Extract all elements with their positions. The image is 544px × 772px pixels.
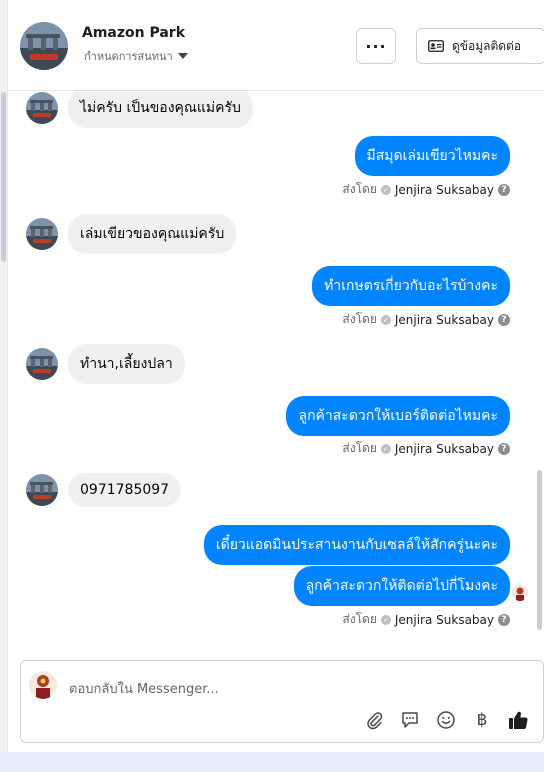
contact-card-icon [428, 40, 444, 52]
check-icon: ✓ [380, 184, 391, 195]
help-icon[interactable]: ? [498, 442, 510, 455]
left-scrollbar-thumb[interactable] [1, 92, 6, 262]
baht-icon[interactable]: ฿ [471, 709, 493, 731]
sent-by-prefix: ส่งโดย [342, 182, 377, 196]
composer-toolbar: ฿ [363, 709, 529, 731]
sent-by-name[interactable]: Jenjira Suksabay [395, 442, 494, 456]
sent-by-name[interactable]: Jenjira Suksabay [395, 613, 494, 627]
help-icon[interactable]: ? [498, 313, 510, 326]
sent-by-prefix: ส่งโดย [342, 612, 377, 626]
sent-by-line: ส่งโดย ✓ Jenjira Suksabay ? [342, 180, 510, 199]
page-title: Amazon Park [82, 25, 186, 41]
left-panel-strip [0, 0, 8, 772]
more-icon: ··· [365, 36, 387, 56]
sent-by-line: ส่งโดย ✓ Jenjira Suksabay ? [342, 310, 510, 329]
message-row: 0971785097 [8, 473, 182, 507]
bottom-strip [0, 752, 544, 772]
check-icon: ✓ [380, 614, 391, 625]
check-icon: ✓ [380, 443, 391, 454]
sender-avatar [26, 474, 58, 506]
sent-by-prefix: ส่งโดย [342, 312, 377, 326]
message-row: ไม่ครับ เป็นของคุณแม่ครับ [8, 92, 253, 128]
sender-avatar [26, 92, 58, 124]
sent-by-line: ส่งโดย ✓ Jenjira Suksabay ? [342, 439, 510, 458]
message-row: เล่มเขียวของคุณแม่ครับ [8, 214, 237, 254]
check-icon: ✓ [380, 314, 391, 325]
outgoing-message[interactable]: ลูกค้าสะดวกให้ติดต่อไปกี่โมงคะ [293, 566, 510, 606]
page-avatar[interactable] [20, 22, 68, 70]
like-icon[interactable] [507, 709, 529, 731]
subtitle-label: กำหนดการสนทนา [84, 50, 173, 63]
emoji-icon[interactable] [435, 709, 457, 731]
sent-by-name[interactable]: Jenjira Suksabay [395, 313, 494, 327]
sent-by-line: ส่งโดย ✓ Jenjira Suksabay ? [342, 610, 510, 629]
incoming-message[interactable]: ทำนา,เลี้ยงปลา [68, 344, 185, 384]
help-icon[interactable]: ? [498, 183, 510, 196]
help-icon[interactable]: ? [498, 613, 510, 626]
chat-scrollbar-thumb[interactable] [537, 470, 542, 630]
more-options-button[interactable]: ··· [356, 28, 396, 64]
sent-by-name[interactable]: Jenjira Suksabay [395, 183, 494, 197]
outgoing-message[interactable]: ทำเกษตรเกี่ยวกับอะไรบ้างคะ [312, 266, 510, 306]
view-contact-label: ดูข้อมูลติดต่อ [452, 38, 522, 53]
outgoing-message[interactable]: มีสมุดเล่มเขียวไหมคะ [354, 136, 510, 176]
conversation-schedule-dropdown[interactable]: กำหนดการสนทนา [84, 47, 188, 65]
message-thread[interactable]: ไม่ครับ เป็นของคุณแม่ครับ มีสมุดเล่มเขีย… [8, 92, 536, 652]
view-contact-button[interactable]: ดูข้อมูลติดต่อ [416, 28, 544, 64]
message-row: ทำนา,เลี้ยงปลา [8, 344, 185, 384]
incoming-message[interactable]: เล่มเขียวของคุณแม่ครับ [68, 214, 237, 254]
sent-by-prefix: ส่งโดย [342, 441, 377, 455]
sender-avatar [26, 218, 58, 250]
reply-input[interactable]: ตอบกลับใน Messenger... [69, 678, 219, 699]
caret-down-icon [177, 53, 188, 59]
incoming-message[interactable]: 0971785097 [68, 473, 182, 507]
attach-icon[interactable] [363, 709, 385, 731]
agent-avatar [29, 671, 57, 699]
sender-avatar [26, 348, 58, 380]
incoming-message[interactable]: ไม่ครับ เป็นของคุณแม่ครับ [68, 92, 253, 128]
conversation-header: Amazon Park กำหนดการสนทนา ··· ดูข้อมูลติ… [8, 0, 544, 91]
outgoing-message[interactable]: เดี๋ยวแอดมินประสานงานกับเซลล์ให้สักครู่น… [203, 525, 510, 565]
seen-avatar [512, 585, 528, 601]
reply-composer: ตอบกลับใน Messenger... ฿ [20, 660, 544, 743]
outgoing-message[interactable]: ลูกค้าสะดวกให้เบอร์ติดต่อไหมคะ [286, 396, 510, 436]
saved-reply-icon[interactable] [399, 709, 421, 731]
